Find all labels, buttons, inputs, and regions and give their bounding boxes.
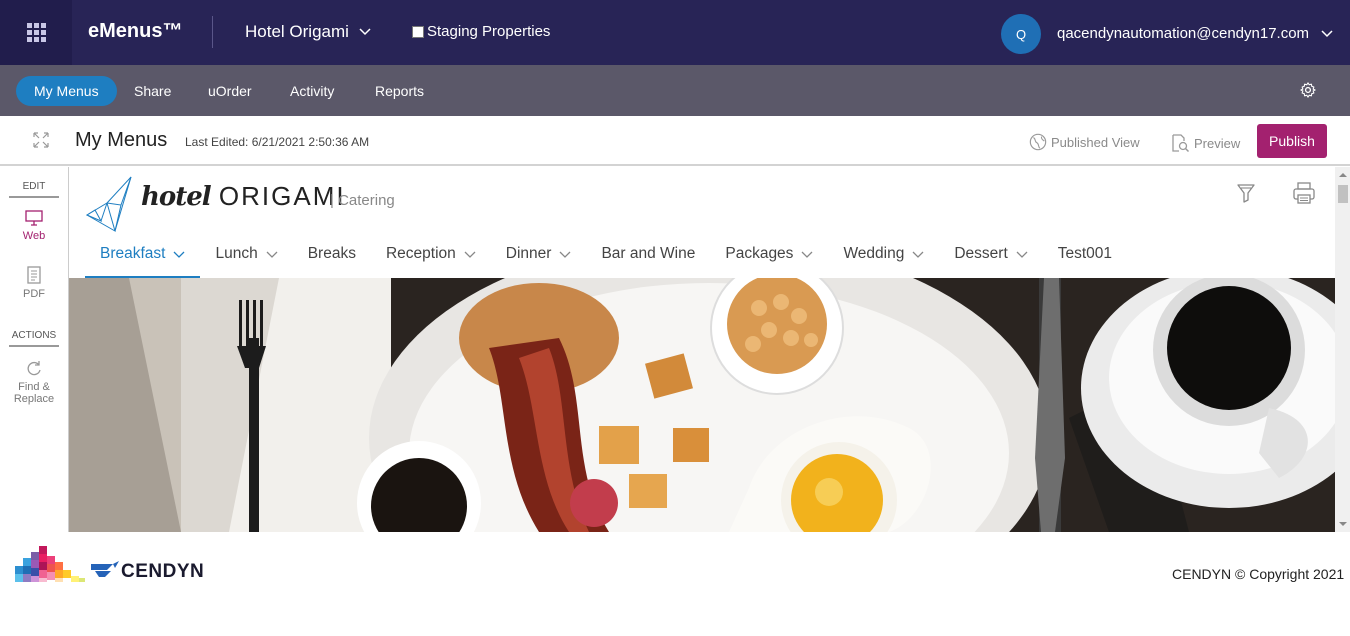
tab-packages[interactable]: Packages [710,237,828,278]
tab-label: Bar and Wine [601,245,696,262]
tab-test001[interactable]: Test001 [1043,237,1127,278]
chevron-down-icon [1016,251,1028,258]
tab-label: Wedding [843,245,905,262]
tab-reception[interactable]: Reception [371,237,491,278]
nav-share[interactable]: Share [116,76,189,106]
nav-uorder[interactable]: uOrder [190,76,270,106]
user-email: qacendynautomation@cendyn17.com [1057,25,1310,42]
preview-label: Preview [1194,135,1241,151]
sidebar-item-web[interactable]: Web [0,210,68,242]
logo-caps: ORIGAMI [218,181,346,211]
print-icon[interactable] [1293,182,1315,204]
chevron-down-icon [559,251,571,258]
nav-activity[interactable]: Activity [272,76,352,106]
scroll-down-icon[interactable] [1335,519,1350,529]
staging-properties-checkbox[interactable]: Staging Properties [412,23,550,40]
cendyn-mosaic-logo [15,546,119,582]
top-bar: eMenus™ Hotel Origami Staging Properties… [0,0,1350,65]
actions-heading: ACTIONS [9,330,59,347]
tab-label: Test001 [1057,245,1113,262]
chevron-down-icon [464,251,476,258]
tab-label: Packages [725,245,794,262]
origami-crane-logo [85,176,132,233]
chevron-down-icon [801,251,813,258]
chevron-down-icon [912,251,924,258]
preview-link[interactable]: Preview [1170,133,1240,153]
sidebar-item-label: Web [22,230,46,242]
tab-label: Dinner [505,245,552,262]
footer: CENDYN CENDYN © Copyright 2021 [0,532,1350,636]
chevron-down-icon [266,251,278,258]
sidebar-item-label: Find & [18,381,50,393]
tab-label: Reception [385,245,456,262]
chevron-down-icon [359,28,371,36]
tab-lunch[interactable]: Lunch [200,237,292,278]
cendyn-brand: CENDYN [121,561,205,582]
breakfast-hero-image [69,278,1335,532]
tab-dinner[interactable]: Dinner [491,237,587,278]
staging-label: Staging Properties [427,23,551,40]
user-menu[interactable]: qacendynautomation@cendyn17.com [1057,25,1333,42]
sidebar-item-find-replace[interactable]: Find & Replace [0,359,68,405]
menu-tabs: Breakfast Lunch Breaks Reception Dinner … [85,237,1127,278]
publish-button[interactable]: Publish [1257,124,1327,158]
scroll-up-icon[interactable] [1335,170,1350,180]
filter-icon[interactable] [1237,183,1255,203]
monitor-icon [25,210,43,226]
nav-my-menus[interactable]: My Menus [16,76,117,106]
published-view-label: Published View [1051,134,1140,150]
tab-dessert[interactable]: Dessert [939,237,1042,278]
chevron-down-icon [174,251,185,258]
content-scrollbar[interactable] [1335,167,1350,532]
main-nav: My Menus Share uOrder Activity Reports [0,65,1350,116]
menu-preview: hotel ORIGAMI | Catering Breakfast Lunch… [68,167,1350,532]
tab-label: Breakfast [100,245,166,262]
edit-heading: EDIT [9,181,59,198]
property-name: Hotel Origami [245,22,349,41]
sidebar-item-pdf[interactable]: PDF [0,266,68,300]
hotel-logo-text: hotel ORIGAMI [141,181,346,212]
tab-label: Breaks [307,245,356,262]
preview-icon [1172,134,1190,153]
scroll-thumb[interactable] [1338,185,1348,203]
published-view-link[interactable]: Published View [1029,133,1140,151]
page-header: My Menus Last Edited: 6/21/2021 2:50:36 … [0,116,1350,166]
sidebar-item-label: Replace [13,393,55,405]
tab-label: Lunch [215,245,258,262]
tab-breakfast[interactable]: Breakfast [85,237,201,278]
tab-wedding[interactable]: Wedding [828,237,939,278]
menu-subtitle: | Catering [330,192,395,209]
tab-breaks[interactable]: Breaks [293,237,371,278]
refresh-icon [27,361,41,376]
copyright: CENDYN © Copyright 2021 [1172,566,1345,582]
document-icon [27,266,41,284]
divider [212,16,213,48]
checkbox-box[interactable] [412,25,424,38]
property-selector[interactable]: Hotel Origami [245,22,371,42]
gear-icon[interactable] [1299,81,1317,99]
last-edited: Last Edited: 6/21/2021 2:50:36 AM [185,135,370,149]
logo-script: hotel [141,182,212,212]
expand-icon[interactable] [33,132,49,148]
globe-icon [1029,133,1047,151]
apps-grid-icon[interactable] [0,0,72,65]
chevron-down-icon [1321,29,1333,37]
page-title: My Menus [75,129,168,151]
avatar[interactable]: Q [1001,14,1041,54]
app-brand: eMenus™ [88,20,183,42]
tab-bar-and-wine[interactable]: Bar and Wine [586,237,710,278]
editor-sidebar: EDIT Web PDF ACTIONS Find & Replace [0,168,68,532]
tab-label: Dessert [954,245,1008,262]
nav-reports[interactable]: Reports [357,76,442,106]
sidebar-item-label: PDF [23,288,45,300]
